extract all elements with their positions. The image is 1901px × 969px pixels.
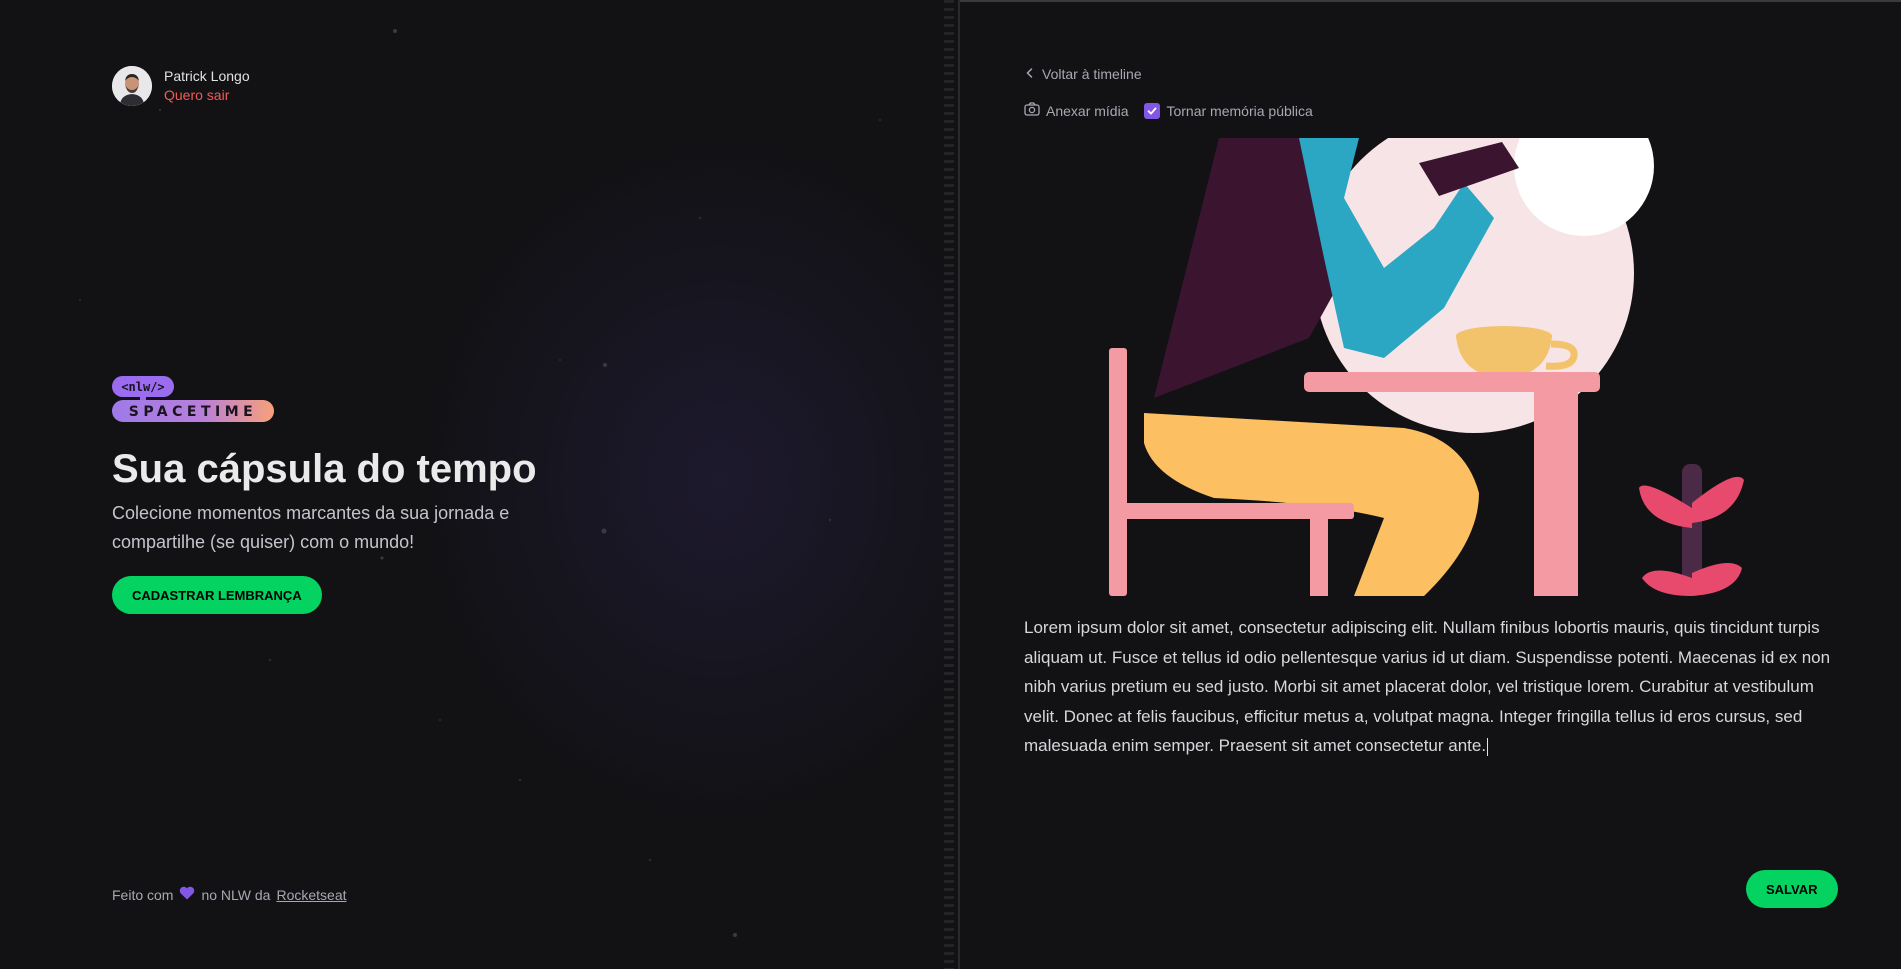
attach-media-button[interactable]: Anexar mídia: [1024, 102, 1128, 119]
divider-stripes: [944, 0, 954, 969]
memory-content-text: Lorem ipsum dolor sit amet, consectetur …: [1024, 618, 1831, 755]
back-to-timeline-link[interactable]: Voltar à timeline: [1024, 66, 1142, 82]
new-memory-form: Voltar à timeline Anexar mídia Tornar me…: [960, 2, 1901, 969]
user-profile: Patrick Longo Quero sair: [112, 66, 250, 106]
back-label: Voltar à timeline: [1042, 66, 1142, 82]
logout-link[interactable]: Quero sair: [164, 86, 250, 105]
user-name: Patrick Longo: [164, 68, 250, 84]
register-memory-button[interactable]: CADASTRAR LEMBRANÇA: [112, 576, 322, 614]
svg-text:SPACETIME: SPACETIME: [129, 404, 258, 420]
svg-text:<nlw/>: <nlw/>: [121, 380, 164, 394]
rocketseat-link[interactable]: Rocketseat: [276, 887, 346, 903]
heart-icon: [179, 886, 195, 903]
chevron-left-icon: [1024, 66, 1036, 82]
public-memory-label: Tornar memória pública: [1166, 102, 1313, 119]
hero-title: Sua cápsula do tempo: [112, 447, 537, 491]
camera-icon: [1024, 102, 1040, 119]
footer: Feito com no NLW da Rocketseat: [112, 886, 347, 903]
save-button[interactable]: SALVAR: [1746, 870, 1838, 908]
nlw-spacetime-logo: <nlw/> SPACETIME: [112, 376, 276, 431]
footer-middle: no NLW da: [201, 886, 271, 903]
hero-subtitle: Colecione momentos marcantes da sua jorn…: [112, 503, 510, 552]
footer-prefix: Feito com: [112, 886, 174, 903]
form-options: Anexar mídia Tornar memória pública: [1024, 102, 1313, 119]
left-panel: Patrick Longo Quero sair <nlw/> SPACETIM…: [0, 0, 958, 969]
avatar: [112, 66, 152, 106]
text-caret: [1487, 737, 1489, 756]
public-memory-toggle[interactable]: Tornar memória pública: [1144, 102, 1313, 119]
memory-content-textarea[interactable]: Lorem ipsum dolor sit amet, consectetur …: [1024, 613, 1848, 761]
media-preview: [1024, 138, 1838, 596]
attach-media-label: Anexar mídia: [1046, 102, 1129, 119]
public-memory-checkbox[interactable]: [1144, 102, 1161, 119]
